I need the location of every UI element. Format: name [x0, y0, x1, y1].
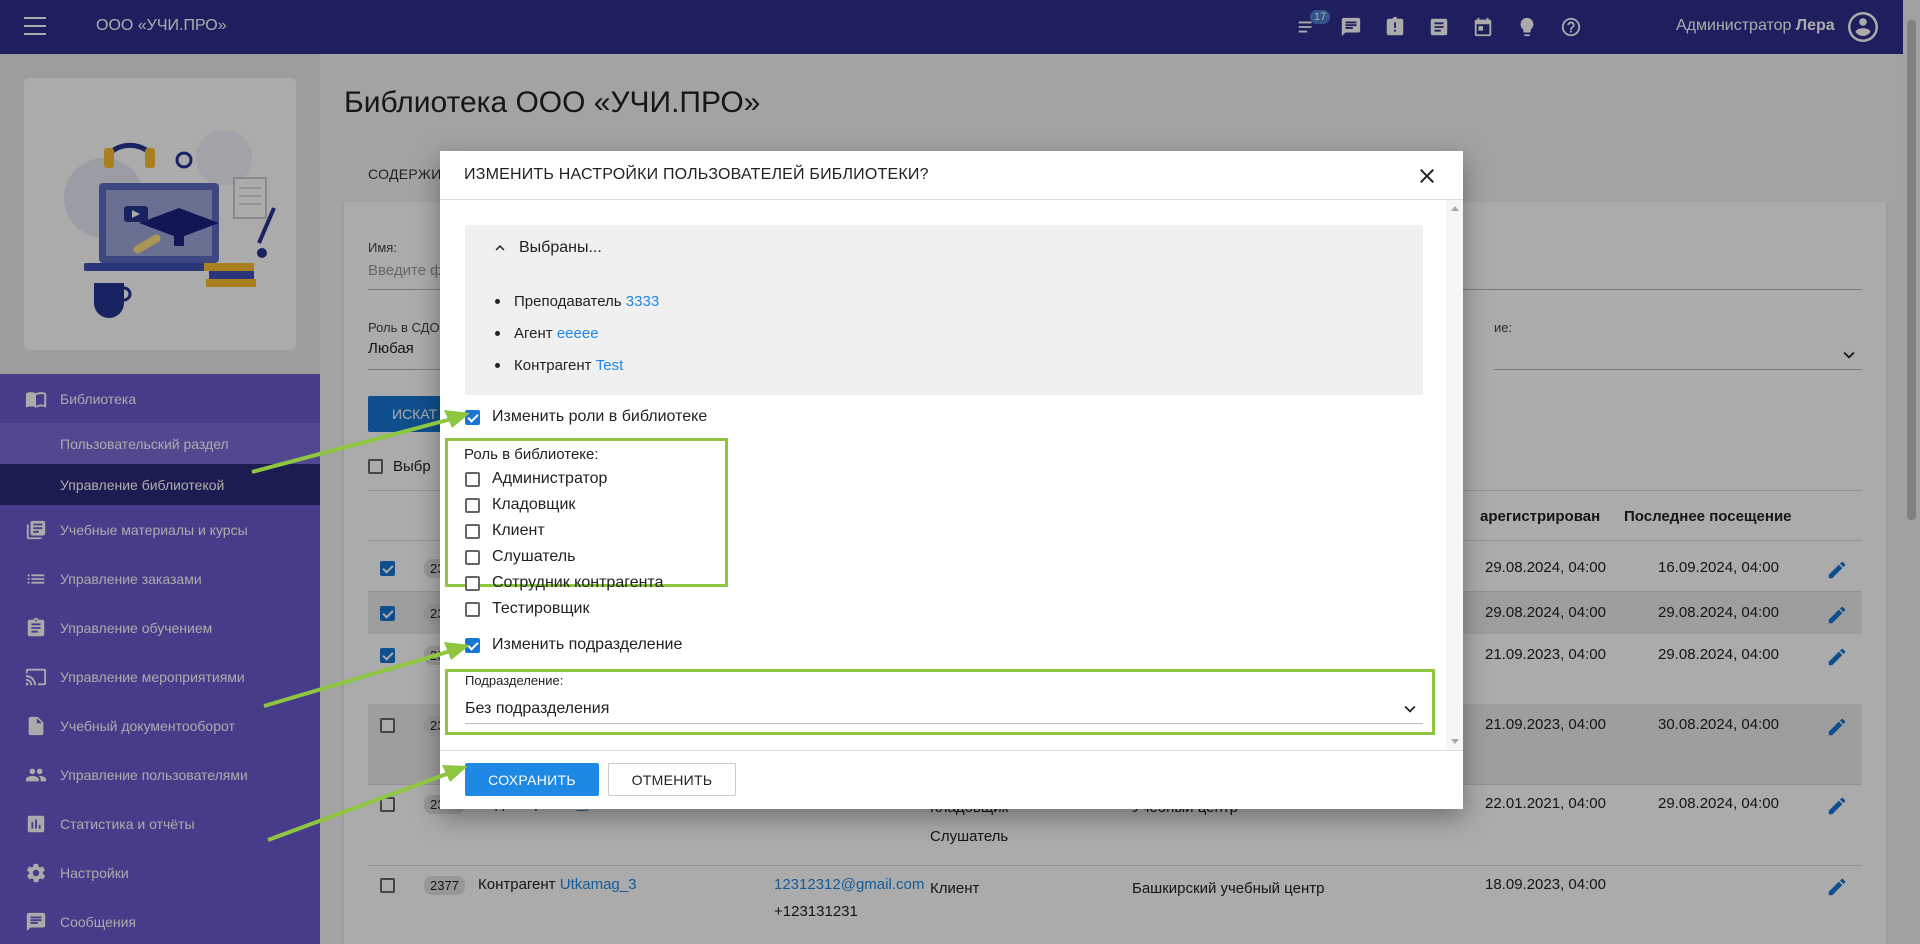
change-roles-label: Изменить роли в библиотеке	[492, 408, 708, 425]
role-label: Тестировщик	[492, 600, 590, 617]
user-link[interactable]: Test	[596, 357, 624, 374]
role-option[interactable]: Слушатель	[465, 548, 575, 566]
change-department-checkbox[interactable]	[465, 637, 480, 653]
selected-toggle-label: Выбраны...	[519, 239, 602, 256]
user-link[interactable]: 3333	[626, 293, 659, 310]
role-option[interactable]: Кладовщик	[465, 496, 575, 514]
role-checkbox[interactable]	[465, 471, 480, 487]
save-button[interactable]: СОХРАНИТЬ	[465, 763, 599, 796]
role-label: Кладовщик	[492, 496, 576, 513]
role-option[interactable]: Тестировщик	[465, 600, 589, 618]
modal-footer: СОХРАНИТЬ ОТМЕНИТЬ	[440, 750, 1463, 809]
role-checkbox[interactable]	[465, 575, 480, 591]
role-label: Клиент	[492, 522, 545, 539]
change-roles-checkbox[interactable]	[465, 409, 480, 425]
role-checkbox[interactable]	[465, 549, 480, 565]
role-label: Сотрудник контрагента	[492, 574, 664, 591]
library-role-label: Роль в библиотеке:	[464, 446, 599, 463]
modal-header: ИЗМЕНИТЬ НАСТРОЙКИ ПОЛЬЗОВАТЕЛЕЙ БИБЛИОТ…	[440, 151, 1463, 200]
change-department-option[interactable]: Изменить подразделение	[465, 636, 682, 654]
selected-toggle[interactable]: Выбраны...	[491, 239, 602, 257]
modal-body: Выбраны... Преподаватель 3333 Агент eeee…	[440, 200, 1463, 750]
change-department-label: Изменить подразделение	[492, 636, 683, 653]
edit-users-modal: ИЗМЕНИТЬ НАСТРОЙКИ ПОЛЬЗОВАТЕЛЕЙ БИБЛИОТ…	[440, 151, 1463, 809]
selected-users-panel: Выбраны... Преподаватель 3333 Агент eeee…	[465, 225, 1423, 395]
list-item: Контрагент Test	[495, 349, 659, 381]
modal-scrollbar[interactable]	[1446, 200, 1463, 750]
role-checkbox[interactable]	[465, 497, 480, 513]
role-option[interactable]: Клиент	[465, 522, 545, 540]
selected-users-list: Преподаватель 3333 Агент eeeee Контраген…	[495, 285, 659, 381]
scroll-down-icon[interactable]	[1451, 739, 1459, 744]
user-type: Контрагент	[514, 356, 592, 374]
modal-title: ИЗМЕНИТЬ НАСТРОЙКИ ПОЛЬЗОВАТЕЛЕЙ БИБЛИОТ…	[464, 166, 929, 183]
role-checkbox[interactable]	[465, 523, 480, 539]
role-option[interactable]: Сотрудник контрагента	[465, 574, 663, 592]
role-label: Администратор	[492, 470, 608, 487]
user-type: Преподаватель	[514, 292, 622, 310]
department-label: Подразделение:	[465, 673, 564, 688]
chevron-up-icon	[495, 245, 505, 251]
chevron-down-icon	[1404, 705, 1416, 713]
user-link[interactable]: eeeee	[557, 325, 599, 342]
user-type: Агент	[514, 324, 553, 342]
role-label: Слушатель	[492, 548, 576, 565]
cancel-button[interactable]: ОТМЕНИТЬ	[608, 763, 736, 796]
close-icon[interactable]	[1415, 164, 1439, 188]
department-select[interactable]: Без подразделения	[465, 694, 1423, 724]
change-roles-option[interactable]: Изменить роли в библиотеке	[465, 408, 707, 426]
department-value: Без подразделения	[465, 699, 610, 717]
list-item: Агент eeeee	[495, 317, 659, 349]
role-option[interactable]: Администратор	[465, 470, 607, 488]
role-checkbox[interactable]	[465, 601, 480, 617]
scroll-up-icon[interactable]	[1451, 206, 1459, 211]
list-item: Преподаватель 3333	[495, 285, 659, 317]
